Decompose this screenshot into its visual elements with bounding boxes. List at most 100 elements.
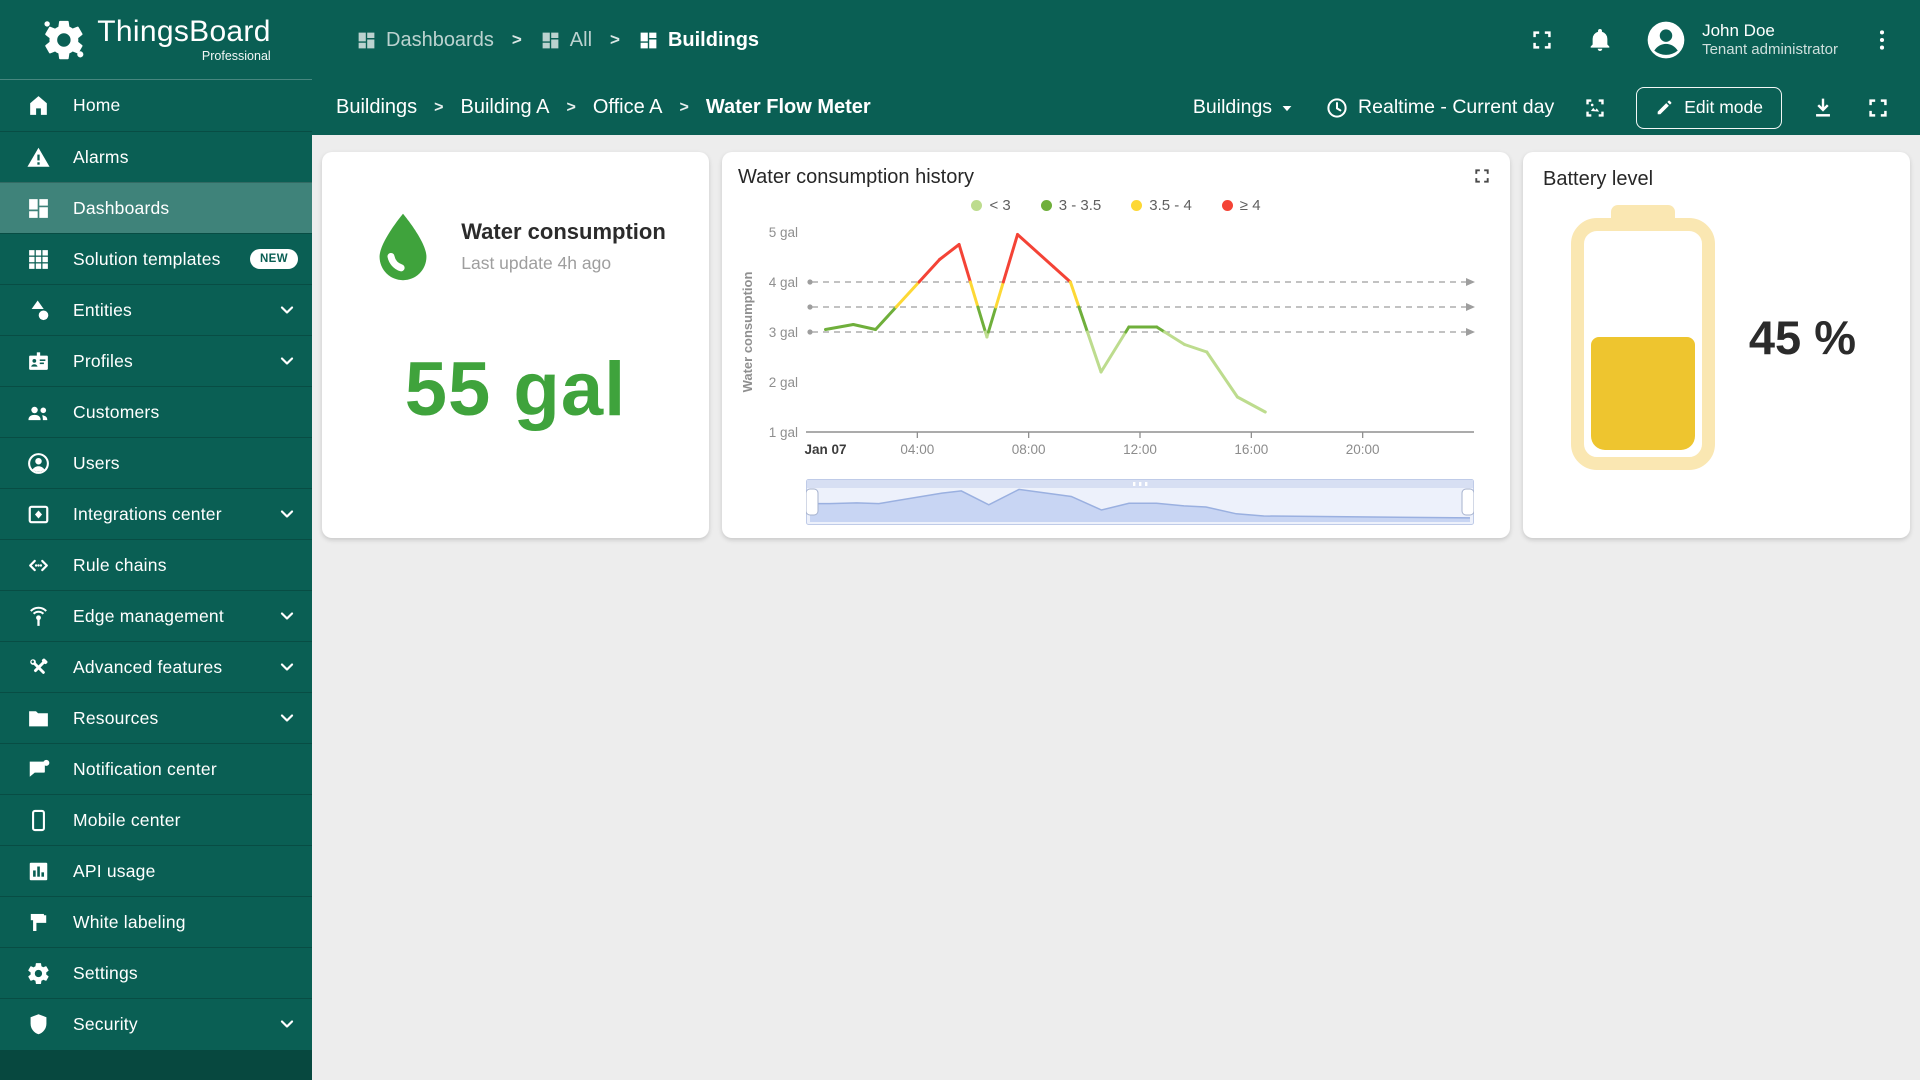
download-icon[interactable] <box>1809 94 1837 122</box>
dashboards-icon <box>26 195 52 221</box>
sidebar-item-settings[interactable]: Settings <box>0 947 312 998</box>
thingsboard-logo[interactable]: ThingsBoard Professional <box>0 0 312 80</box>
state-item-buildings[interactable]: Buildings <box>336 96 417 119</box>
svg-text:1 gal: 1 gal <box>769 425 798 440</box>
user-menu[interactable]: John Doe Tenant administrator <box>1644 18 1838 62</box>
sidebar-item-customers[interactable]: Customers <box>0 386 312 437</box>
sidebar-item-notification-center[interactable]: Notification center <box>0 743 312 794</box>
sidebar-item-label: Integrations center <box>73 503 222 524</box>
breadcrumb: Dashboards > All > Buildings <box>356 29 759 52</box>
sidebar-item-advanced-features[interactable]: Advanced features <box>0 641 312 692</box>
resources-icon <box>26 705 52 731</box>
chart-overview-slider[interactable] <box>805 479 1494 530</box>
breadcrumb-item-buildings[interactable]: Buildings <box>638 29 759 52</box>
water-drop-icon <box>379 213 427 281</box>
breadcrumb-item-all[interactable]: All <box>540 29 592 52</box>
sidebar-item-integrations-center[interactable]: Integrations center <box>0 488 312 539</box>
avatar <box>1647 21 1685 59</box>
state-item-building-a[interactable]: Building A <box>461 96 550 119</box>
svg-text:20:00: 20:00 <box>1346 442 1380 457</box>
fullscreen-icon[interactable] <box>1528 26 1556 54</box>
sidebar-item-home[interactable]: Home <box>0 80 312 131</box>
legend-dot <box>971 200 983 211</box>
sidebar: ThingsBoard Professional Home Alarms Das… <box>0 0 312 1080</box>
sidebar-item-rule-chains[interactable]: Rule chains <box>0 539 312 590</box>
sidebar-item-label: Alarms <box>73 146 129 167</box>
sidebar-item-label: API usage <box>73 860 156 881</box>
sidebar-item-label: Settings <box>73 962 138 983</box>
svg-text:16:00: 16:00 <box>1234 442 1268 457</box>
expand-widget-icon[interactable] <box>1472 166 1494 188</box>
sidebar-item-profiles[interactable]: Profiles <box>0 335 312 386</box>
edit-mode-button[interactable]: Edit mode <box>1636 86 1782 129</box>
sidebar-item-label: Edge management <box>73 605 224 626</box>
svg-text:Jan 07: Jan 07 <box>804 442 846 457</box>
sidebar-item-label: Profiles <box>73 350 133 371</box>
dashboard-image-icon[interactable] <box>1581 94 1609 122</box>
alarms-icon <box>26 144 52 170</box>
legend-item-3-5-4[interactable]: 3.5 - 4 <box>1131 197 1192 214</box>
dashboard-toolbar: Buildings > Building A > Office A > Water Flow… <box>312 80 1920 135</box>
caret-down-icon <box>1282 105 1292 111</box>
sidebar-item-security[interactable]: Security <box>0 998 312 1049</box>
sidebar-item-white-labeling[interactable]: White labeling <box>0 896 312 947</box>
sidebar-item-partial[interactable] <box>0 1050 312 1080</box>
dashboards-select[interactable]: Buildings <box>1193 96 1298 119</box>
timewindow-button[interactable]: Realtime - Current day <box>1325 96 1554 120</box>
breadcrumb-item-dashboards[interactable]: Dashboards <box>356 29 494 52</box>
sidebar-item-label: Customers <box>73 401 160 422</box>
entities-icon <box>26 297 52 323</box>
svg-text:04:00: 04:00 <box>900 442 934 457</box>
breadcrumb-separator: > <box>511 30 522 49</box>
state-separator: > <box>434 98 444 116</box>
sidebar-item-label: Notification center <box>73 758 217 779</box>
state-item-office-a[interactable]: Office A <box>593 96 663 119</box>
top-header: Dashboards > All > Buildings John Doe Te… <box>312 0 1920 80</box>
solution-templates-icon <box>26 246 52 272</box>
user-role: Tenant administrator <box>1702 41 1838 59</box>
water-history-widget[interactable]: Water consumption history < 3 3 - 3.5 3.… <box>722 152 1510 538</box>
state-item-water-flow-meter: Water Flow Meter <box>705 96 871 118</box>
pencil-icon <box>1657 100 1672 115</box>
sidebar-item-label: Advanced features <box>73 656 223 677</box>
dashboard-state-breadcrumb: Buildings > Building A > Office A > Water Flow… <box>336 96 871 119</box>
sidebar-item-mobile-center[interactable]: Mobile center <box>0 794 312 845</box>
legend-item--4[interactable]: ≥ 4 <box>1221 197 1261 214</box>
sidebar-item-solution-templates[interactable]: Solution templates NEW <box>0 233 312 284</box>
battery-level-widget[interactable]: Battery level 45 % <box>1523 152 1910 538</box>
widget-title: Water consumption history <box>738 166 975 188</box>
more-menu-icon[interactable] <box>1868 26 1896 54</box>
legend-item-3-3-5[interactable]: 3 - 3.5 <box>1040 197 1101 214</box>
battery-cap <box>1611 205 1675 219</box>
sidebar-item-label: Home <box>73 95 121 115</box>
sidebar-menu: Home Alarms Dashboards Solution template… <box>0 80 312 1050</box>
fullscreen-dashboard-icon[interactable] <box>1864 94 1892 122</box>
chevron-down-icon <box>276 299 298 321</box>
svg-text:12:00: 12:00 <box>1123 442 1157 457</box>
water-consumption-widget[interactable]: Water consumption Last update 4h ago 55 … <box>322 152 709 538</box>
sidebar-item-users[interactable]: Users <box>0 437 312 488</box>
legend-dot <box>1040 200 1052 211</box>
mobile-center-icon <box>26 807 52 833</box>
sidebar-item-api-usage[interactable]: API usage <box>0 845 312 896</box>
battery-shell <box>1571 218 1715 470</box>
notifications-bell-icon[interactable] <box>1586 26 1614 54</box>
profiles-icon <box>26 348 52 374</box>
sidebar-item-label: Entities <box>73 299 132 320</box>
chevron-down-icon <box>276 707 298 729</box>
legend-dot <box>1221 200 1233 211</box>
state-separator: > <box>679 98 689 116</box>
sidebar-item-dashboards[interactable]: Dashboards <box>0 182 312 233</box>
sidebar-item-alarms[interactable]: Alarms <box>0 131 312 182</box>
legend-dot <box>1131 200 1143 211</box>
sidebar-item-entities[interactable]: Entities <box>0 284 312 335</box>
legend-item--3[interactable]: < 3 <box>971 197 1011 214</box>
sidebar-item-resources[interactable]: Resources <box>0 692 312 743</box>
sidebar-item-label: Security <box>73 1013 138 1034</box>
battery-icon <box>1571 205 1715 470</box>
sidebar-item-edge-management[interactable]: Edge management <box>0 590 312 641</box>
sidebar-item-label: Mobile center <box>73 809 181 830</box>
breadcrumb-separator: > <box>610 30 620 49</box>
battery-fill <box>1591 337 1695 450</box>
sidebar-item-label: Resources <box>73 707 159 728</box>
